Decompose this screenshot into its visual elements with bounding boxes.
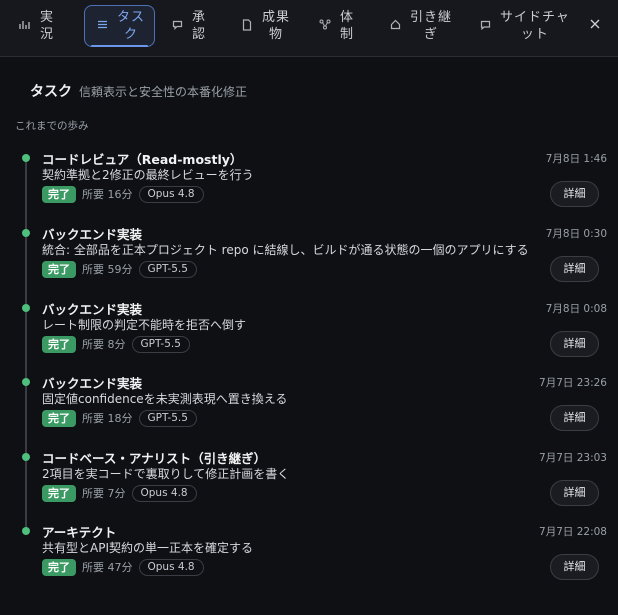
- comment-icon: [478, 20, 492, 33]
- tab-handoff[interactable]: 引き継 ぎ: [388, 5, 464, 47]
- status-dot: [22, 527, 30, 535]
- item-time: 7月7日 22:08: [539, 526, 607, 538]
- page-title: タスク: [30, 84, 72, 100]
- tab-approvals[interactable]: 承 認: [170, 5, 222, 47]
- model-chip: GPT-5.5: [131, 335, 190, 353]
- item-description: レート制限の判定不能時を拒否へ倒す: [42, 318, 247, 332]
- tab-label: 実 況: [40, 10, 55, 42]
- item-time: 7月8日 1:46: [545, 153, 607, 165]
- item-description: 契約準拠と2修正の最終レビューを行う: [42, 168, 254, 182]
- item-description: 共有型とAPI契約の単一正本を確定する: [42, 541, 253, 555]
- item-meta: 完了 所要 18分 GPT-5.5: [42, 409, 197, 427]
- item-meta: 完了 所要 59分 GPT-5.5: [42, 260, 197, 278]
- tab-label: サイドチャ ット: [500, 10, 570, 42]
- detail-button[interactable]: 詳細: [550, 554, 599, 580]
- status-dot: [22, 304, 30, 312]
- model-chip: Opus 4.8: [138, 185, 204, 203]
- duration: 所要 16分: [82, 188, 133, 201]
- page-subtitle: 信頼表示と安全性の本番化修正: [79, 85, 248, 99]
- tab-side-chat[interactable]: サイドチャ ット: [478, 5, 574, 47]
- status-badge: 完了: [42, 185, 76, 203]
- timeline-item: アーキテクト 7月7日 22:08 共有型とAPI契約の単一正本を確定する 完了…: [0, 524, 618, 596]
- duration: 所要 47分: [82, 561, 133, 574]
- status-dot: [22, 229, 30, 237]
- status-badge: 完了: [42, 335, 76, 353]
- item-meta: 完了 所要 16分 Opus 4.8: [42, 185, 204, 203]
- chart-bars-icon: [18, 19, 32, 33]
- status-badge: 完了: [42, 260, 76, 278]
- tab-bar: 実 況 タス ク 承 認 成果 物 体 制 引き継 ぎ サイドチャ ット: [0, 0, 618, 57]
- tab-label: 体 制: [340, 10, 355, 42]
- timeline-item: バックエンド実装 7月8日 0:08 レート制限の判定不能時を拒否へ倒す 完了 …: [0, 301, 618, 373]
- detail-button[interactable]: 詳細: [550, 405, 599, 431]
- duration: 所要 8分: [82, 338, 126, 351]
- org-chart-icon: [318, 19, 332, 33]
- duration: 所要 18分: [82, 412, 133, 425]
- detail-button[interactable]: 詳細: [550, 331, 599, 357]
- status-badge: 完了: [42, 409, 76, 427]
- chat-bubble-icon: [170, 20, 184, 33]
- item-meta: 完了 所要 8分 GPT-5.5: [42, 335, 190, 353]
- status-badge: 完了: [42, 484, 76, 502]
- item-time: 7月7日 23:03: [539, 452, 607, 464]
- model-chip: Opus 4.8: [131, 484, 197, 502]
- close-icon[interactable]: [586, 16, 604, 34]
- status-dot: [22, 154, 30, 162]
- duration: 所要 59分: [82, 263, 133, 276]
- item-description: 固定値confidenceを未実測表現へ置き換える: [42, 392, 288, 406]
- detail-button[interactable]: 詳細: [550, 480, 599, 506]
- status-dot: [22, 453, 30, 461]
- model-chip: GPT-5.5: [138, 260, 197, 278]
- timeline-item: コードベース・アナリスト（引き継ぎ） 7月7日 23:03 2項目を実コードで裏…: [0, 450, 618, 522]
- home-icon: [388, 19, 402, 33]
- detail-button[interactable]: 詳細: [550, 256, 599, 282]
- item-time: 7月8日 0:30: [545, 228, 607, 240]
- section-label: これまでの歩み: [15, 120, 89, 132]
- list-icon: [95, 20, 109, 32]
- timeline-item: バックエンド実装 7月8日 0:30 統合: 全部品を正本プロジェクト repo…: [0, 226, 618, 298]
- timeline-item: バックエンド実装 7月7日 23:26 固定値confidenceを未実測表現へ…: [0, 375, 618, 447]
- tab-structure[interactable]: 体 制: [318, 5, 376, 47]
- tab-tasks[interactable]: タス ク: [84, 5, 155, 47]
- duration: 所要 7分: [82, 487, 126, 500]
- item-description: 統合: 全部品を正本プロジェクト repo に結線し、ビルドが通る状態の一個のア…: [42, 243, 529, 257]
- item-meta: 完了 所要 47分 Opus 4.8: [42, 558, 204, 576]
- tab-label: 引き継 ぎ: [410, 10, 453, 42]
- status-badge: 完了: [42, 558, 76, 576]
- tab-label: 成果 物: [262, 10, 291, 42]
- status-dot: [22, 378, 30, 386]
- item-time: 7月8日 0:08: [545, 303, 607, 315]
- document-icon: [240, 18, 254, 34]
- tab-label: タス ク: [117, 10, 146, 42]
- item-description: 2項目を実コードで裏取りして修正計画を書く: [42, 467, 290, 481]
- item-meta: 完了 所要 7分 Opus 4.8: [42, 484, 197, 502]
- model-chip: GPT-5.5: [138, 409, 197, 427]
- timeline-item: コードレビュア（Read-mostly） 7月8日 1:46 契約準拠と2修正の…: [0, 151, 618, 223]
- tab-artifacts[interactable]: 成果 物: [240, 5, 304, 47]
- detail-button[interactable]: 詳細: [550, 181, 599, 207]
- model-chip: Opus 4.8: [138, 558, 204, 576]
- item-time: 7月7日 23:26: [539, 377, 607, 389]
- tab-live[interactable]: 実 況: [18, 5, 76, 47]
- tab-label: 承 認: [192, 10, 207, 42]
